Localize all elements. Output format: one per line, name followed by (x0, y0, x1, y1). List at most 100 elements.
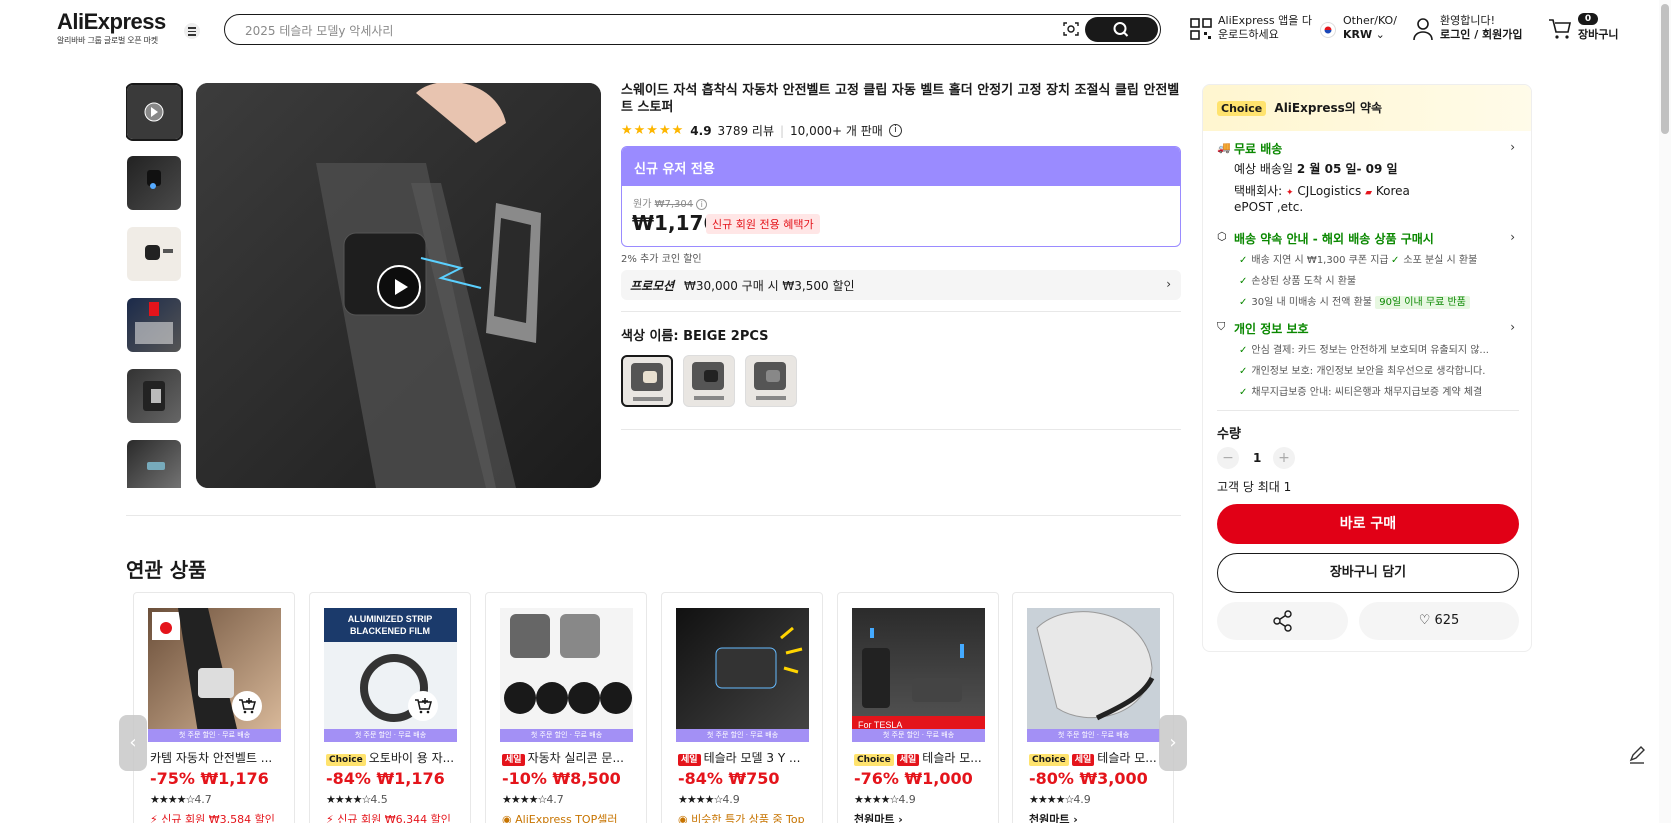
cart-label[interactable]: 장바구니 (1578, 28, 1618, 42)
quantity-decrease-button[interactable]: − (1217, 447, 1239, 469)
color-swatch[interactable] (745, 355, 797, 407)
delivery-guarantee-title[interactable]: 배송 약속 안내 - 해외 배송 상품 구매시 (1234, 230, 1434, 247)
user-icon[interactable] (1412, 17, 1434, 41)
chevron-right-icon[interactable]: › (1510, 140, 1515, 154)
share-button[interactable] (1217, 602, 1348, 640)
product-card[interactable]: ALUMINIZED STRIP BLACKENED FILM 첫 주문 할인 ·… (309, 592, 471, 823)
product-name: Choice 세일 테슬라 모... (854, 749, 994, 766)
thumbnail-image[interactable] (127, 298, 181, 352)
color-label: 색상 이름: BEIGE 2PCS (621, 329, 769, 344)
product-rating: ★★★★☆4.9 (854, 793, 916, 806)
shield-box-icon: ⬡ (1217, 230, 1227, 243)
thumbnail-image[interactable] (127, 156, 181, 210)
info-icon[interactable]: i (888, 124, 902, 137)
product-price: -80% ₩3,000 (1029, 769, 1148, 788)
current-price: ₩1,176 (632, 211, 718, 235)
thumbnail-image[interactable] (127, 369, 181, 423)
product-name: Choice 오토바이 용 자... (326, 749, 466, 766)
divider (1217, 410, 1519, 411)
cart-icon[interactable] (1548, 18, 1572, 40)
product-price: -75% ₩1,176 (150, 769, 269, 788)
product-name: 세일 테슬라 모델 3 Y ... (678, 749, 818, 766)
product-card[interactable]: For TESLA 첫 주문 할인 · 무료 배송 Choice 세일 테슬라 모.… (837, 592, 999, 823)
qr-code-icon[interactable] (1190, 18, 1212, 40)
svg-text:BLACKENED FILM: BLACKENED FILM (350, 626, 430, 636)
quantity-value[interactable]: 1 (1253, 451, 1261, 465)
account-menu[interactable]: 환영합니다! 로그인 / 회원가입 (1440, 14, 1523, 42)
choice-badge: Choice (1217, 101, 1267, 116)
product-card[interactable]: 첫 주문 할인 · 무료 배송 카템 자동차 안전벨트 ... -75% ₩1,… (133, 592, 295, 823)
product-benefit: ◉ AliExpress TOP셀러 (502, 813, 618, 823)
product-benefit[interactable]: 천원마트 › (854, 811, 903, 823)
free-shipping-title[interactable]: 무료 배송 (1234, 140, 1282, 157)
chevron-left-icon: ‹ (129, 732, 137, 753)
thumbnail-video[interactable] (126, 83, 183, 141)
search-bar[interactable]: 2025 테슬라 모델y 악세사리 (224, 14, 1161, 45)
svg-text:ALUMINIZED STRIP: ALUMINIZED STRIP (348, 614, 433, 624)
add-to-cart-icon[interactable] (408, 691, 438, 721)
product-card[interactable]: 첫 주문 할인 · 무료 배송 세일 자동차 실리콘 문... -10% ₩8,5… (485, 592, 647, 823)
scrollbar-thumb[interactable] (1661, 4, 1669, 134)
add-to-cart-icon[interactable] (232, 691, 262, 721)
chevron-right-icon[interactable]: › (1510, 320, 1515, 334)
related-products-title: 연관 상품 (126, 558, 207, 582)
product-thumbnail (676, 608, 809, 733)
purchase-limit: 고객 당 최대 1 (1217, 480, 1292, 494)
color-swatch[interactable] (621, 355, 673, 407)
app-download-link[interactable]: AliExpress 앱을 다 운로드하세요 (1218, 14, 1312, 42)
star-rating-icon: ★★★★★ (621, 123, 685, 138)
share-icon (1273, 610, 1292, 632)
product-card[interactable]: 첫 주문 할인 · 무료 배송 세일 테슬라 모델 3 Y ... -84% ₩7… (661, 592, 823, 823)
product-rating: ★★★★☆4.9 (1029, 793, 1091, 806)
thumbnail-image[interactable] (127, 227, 181, 281)
korea-flag-icon (1320, 22, 1336, 38)
wishlist-count: 625 (1434, 613, 1460, 628)
divider (126, 515, 1181, 516)
logo-text: AliExpress (57, 9, 166, 34)
info-icon[interactable]: i (696, 199, 708, 210)
divider (621, 311, 1181, 312)
wishlist-button[interactable]: ♡ 625 (1359, 602, 1519, 640)
buy-now-button[interactable]: 바로 구매 (1217, 504, 1519, 544)
add-to-cart-button[interactable]: 장바구니 담기 (1217, 553, 1519, 593)
chevron-right-icon[interactable]: › (1510, 230, 1515, 244)
camera-search-icon[interactable] (1062, 20, 1080, 38)
promotion-label: 프로모션 (630, 279, 675, 293)
edit-feedback-icon[interactable] (1625, 743, 1649, 767)
aliexpress-logo[interactable]: AliExpress 알리바바 그룹 글로벌 오픈 마켓 (57, 10, 166, 46)
rating-value: 4.9 (690, 123, 712, 138)
product-thumbnail (500, 608, 633, 733)
product-name: 세일 자동차 실리콘 문... (502, 749, 642, 766)
promotion-text: ₩30,000 구매 시 ₩3,500 할인 (684, 279, 855, 293)
product-rating: ★★★★☆4.5 (326, 793, 388, 806)
menu-icon[interactable] (184, 23, 200, 39)
carrier-info: 택배회사: ✦ CJLogistics ▰ Korea (1234, 184, 1410, 198)
carousel-next-button[interactable]: › (1159, 715, 1187, 771)
product-benefit[interactable]: 천원마트 › (1029, 811, 1078, 823)
region-currency-selector[interactable]: Other/KO/ KRW ⌄ (1343, 14, 1397, 42)
play-video-icon[interactable] (377, 265, 421, 309)
search-icon (1113, 22, 1129, 37)
product-benefit: ⚡ 신규 회원 ₩6,344 할인 (326, 813, 451, 823)
heart-icon: ♡ (1418, 613, 1431, 628)
search-input[interactable]: 2025 테슬라 모델y 악세사리 (245, 22, 393, 39)
color-swatch[interactable] (683, 355, 735, 407)
coin-discount: 2% 추가 코인 할인 (621, 254, 702, 265)
guarantee-item: ✓ 배송 지연 시 ₩1,300 쿠폰 지급 (1239, 255, 1389, 266)
product-thumbnail (1027, 608, 1160, 733)
product-card[interactable]: 첫 주문 할인 · 무료 배송 Choice 세일 테슬라 모... -80% ₩3… (1012, 592, 1174, 823)
quantity-increase-button[interactable]: + (1273, 447, 1295, 469)
review-count[interactable]: 3789 리뷰 (718, 122, 774, 139)
privacy-item: ✓ 개인정보 보호: 개인정보 보안을 최우선으로 생각합니다. (1239, 366, 1486, 377)
page-scrollbar[interactable] (1659, 0, 1671, 823)
rating-row[interactable]: ★★★★★ 4.9 3789 리뷰 | 10,000+ 개 판매 i (621, 122, 902, 139)
carrier-info-more: ePOST ,etc. (1234, 200, 1304, 214)
product-price: -76% ₩1,000 (854, 769, 973, 788)
privacy-title[interactable]: 개인 정보 보호 (1234, 320, 1309, 337)
promotion-row[interactable]: 프로모션 ₩30,000 구매 시 ₩3,500 할인 › (621, 270, 1181, 300)
chevron-right-icon: › (1169, 732, 1177, 753)
search-button[interactable] (1085, 17, 1158, 42)
promise-title: AliExpress의 약속 (1274, 101, 1383, 115)
thumbnail-image[interactable] (127, 440, 181, 488)
carousel-prev-button[interactable]: ‹ (119, 715, 147, 771)
